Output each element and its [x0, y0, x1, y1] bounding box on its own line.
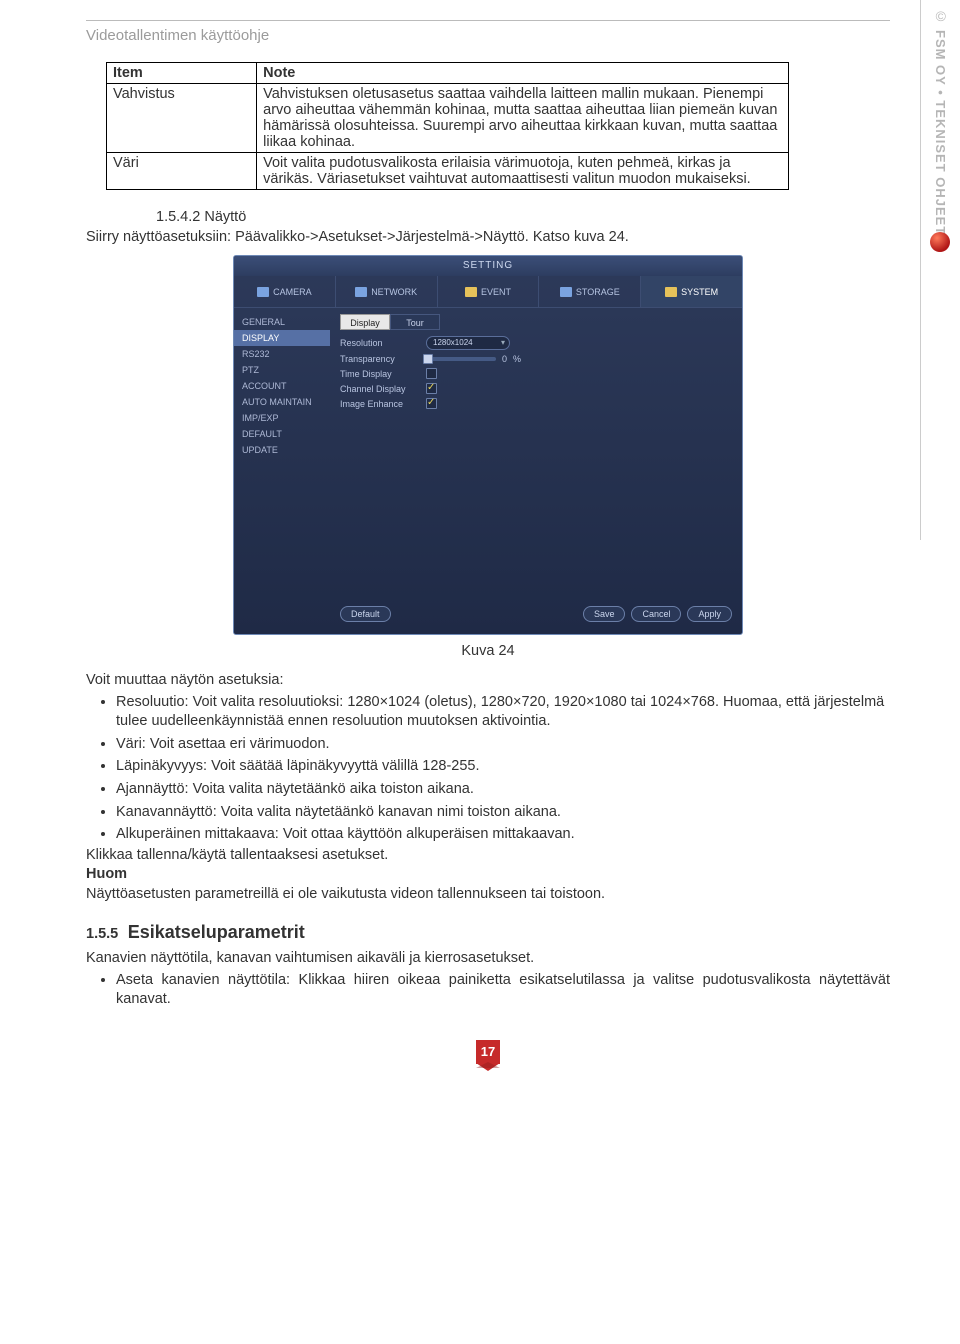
preview-list: Aseta kanavien näyttötila: Klikkaa hiire… — [116, 969, 890, 1010]
h155-intro: Kanavien näyttötila, kanavan vaihtumisen… — [86, 949, 890, 969]
subtab-tour[interactable]: Tour — [390, 314, 440, 330]
settings-sidebar: GENERAL DISPLAY RS232 PTZ ACCOUNT AUTO M… — [234, 308, 330, 634]
list-item: Resoluutio: Voit valita resoluutioksi: 1… — [116, 691, 890, 732]
sidebar-item-display[interactable]: DISPLAY — [234, 330, 330, 346]
sidebar-item-rs232[interactable]: RS232 — [234, 346, 330, 362]
save-button[interactable]: Save — [583, 606, 626, 622]
camera-icon — [257, 287, 269, 297]
copyright-icon: © — [936, 8, 946, 24]
label-image-enhance: Image Enhance — [340, 399, 420, 409]
list-item: Aseta kanavien näyttötila: Klikkaa hiire… — [116, 969, 890, 1010]
tab-camera[interactable]: CAMERA — [234, 276, 336, 307]
cancel-button[interactable]: Cancel — [631, 606, 681, 622]
settings-window: SETTING CAMERA NETWORK EVENT STORAGE SYS… — [233, 255, 743, 635]
note-label: Huom — [86, 865, 890, 885]
save-hint: Klikkaa tallenna/käytä tallentaaksesi as… — [86, 846, 890, 866]
section-number: 1.5.4.2 Näyttö — [156, 208, 890, 228]
label-resolution: Resolution — [340, 338, 420, 348]
feature-list: Resoluutio: Voit valita resoluutioksi: 1… — [116, 691, 890, 845]
time-display-checkbox[interactable] — [426, 368, 437, 379]
page-ribbon: 17 — [476, 1040, 500, 1071]
cell-item: Vahvistus — [107, 84, 257, 153]
channel-display-checkbox[interactable] — [426, 383, 437, 394]
apply-button[interactable]: Apply — [687, 606, 732, 622]
tab-network[interactable]: NETWORK — [336, 276, 438, 307]
window-title: SETTING — [234, 256, 742, 276]
heading-1-5-5: 1.5.5 Esikatseluparametrit — [86, 922, 890, 943]
event-icon — [465, 287, 477, 297]
ribbon-tail-icon — [476, 1063, 500, 1071]
list-item: Ajannäyttö: Voita valita näytetäänkö aik… — [116, 778, 890, 800]
tab-storage[interactable]: STORAGE — [539, 276, 641, 307]
image-enhance-checkbox[interactable] — [426, 398, 437, 409]
sidebar-item-impexp[interactable]: IMP/EXP — [234, 410, 330, 426]
brand-vertical: FSM OY • TEKNISET OHJEET — [933, 30, 948, 235]
sidebar-item-default[interactable]: DEFAULT — [234, 426, 330, 442]
sidebar-item-account[interactable]: ACCOUNT — [234, 378, 330, 394]
brand-dot-icon — [930, 232, 950, 252]
doc-title: Videotallentimen käyttöohje — [86, 27, 890, 44]
list-item: Alkuperäinen mittakaava: Voit ottaa käyt… — [116, 823, 890, 845]
sidebar-item-ptz[interactable]: PTZ — [234, 362, 330, 378]
list-item: Väri: Voit asettaa eri värimuodon. — [116, 733, 890, 755]
list-item: Läpinäkyvyys: Voit säätää läpinäkyvyyttä… — [116, 755, 890, 777]
note-text: Näyttöasetusten parametreillä ei ole vai… — [86, 885, 890, 905]
cell-note: Vahvistuksen oletusasetus saattaa vaihde… — [257, 84, 789, 153]
tab-event[interactable]: EVENT — [438, 276, 540, 307]
section-intro: Siirry näyttöasetuksiin: Päävalikko->Ase… — [86, 228, 890, 248]
storage-icon — [560, 287, 572, 297]
cell-item: Väri — [107, 153, 257, 190]
sidebar-item-automaintain[interactable]: AUTO MAINTAIN — [234, 394, 330, 410]
default-button[interactable]: Default — [340, 606, 391, 622]
transparency-unit: % — [513, 354, 521, 364]
sidebar-item-update[interactable]: UPDATE — [234, 442, 330, 458]
cell-note: Voit valita pudotusvalikosta erilaisia v… — [257, 153, 789, 190]
list-item: Kanavannäyttö: Voita valita näytetäänkö … — [116, 801, 890, 823]
label-time-display: Time Display — [340, 369, 420, 379]
page-number: 17 — [476, 1040, 500, 1064]
tab-system[interactable]: SYSTEM — [641, 276, 742, 307]
network-icon — [355, 287, 367, 297]
change-intro: Voit muuttaa näytön asetuksia: — [86, 671, 890, 691]
note-table: Item Note Vahvistus Vahvistuksen oletusa… — [106, 62, 789, 190]
top-tabs: CAMERA NETWORK EVENT STORAGE SYSTEM — [234, 276, 742, 308]
transparency-slider[interactable] — [426, 357, 496, 361]
right-rail: © FSM OY • TEKNISET OHJEET — [920, 0, 960, 540]
label-channel-display: Channel Display — [340, 384, 420, 394]
transparency-value: 0 — [502, 354, 507, 364]
th-item: Item — [107, 63, 257, 84]
label-transparency: Transparency — [340, 354, 420, 364]
figure-caption: Kuva 24 — [86, 643, 890, 659]
resolution-select[interactable]: 1280x1024 — [426, 336, 510, 350]
sidebar-item-general[interactable]: GENERAL — [234, 314, 330, 330]
system-icon — [665, 287, 677, 297]
table-row: Väri Voit valita pudotusvalikosta erilai… — [107, 153, 789, 190]
table-row: Vahvistus Vahvistuksen oletusasetus saat… — [107, 84, 789, 153]
subtab-display[interactable]: Display — [340, 314, 390, 330]
th-note: Note — [257, 63, 789, 84]
